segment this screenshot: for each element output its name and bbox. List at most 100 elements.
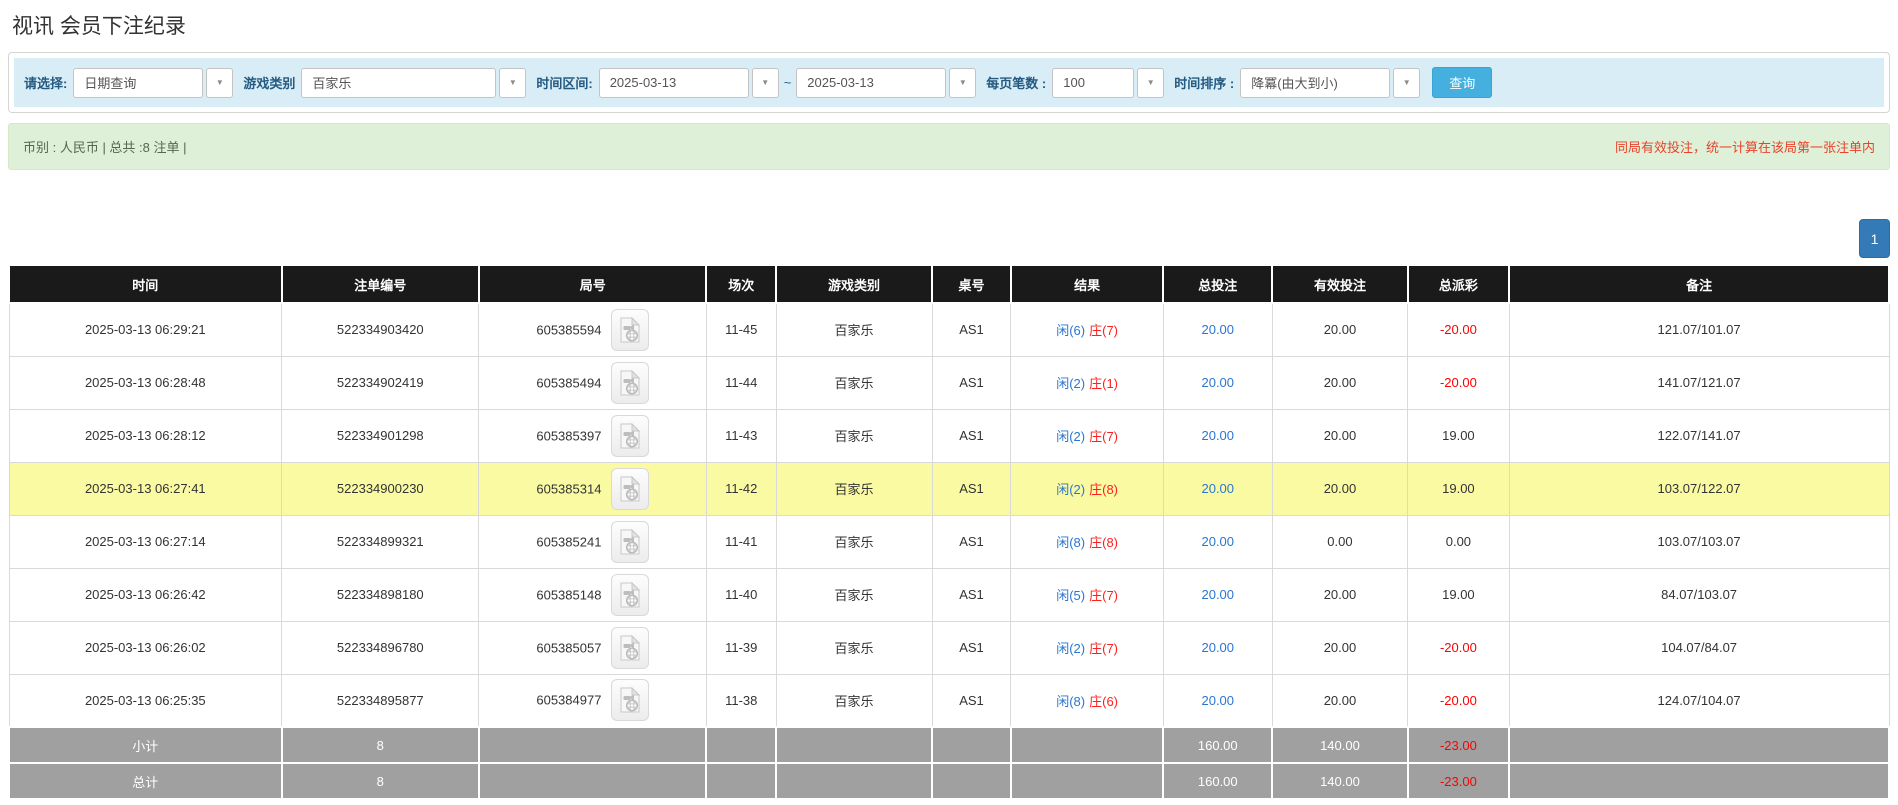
video-replay-button[interactable] xyxy=(611,679,649,721)
header-table: 桌号 xyxy=(932,265,1011,303)
video-file-icon xyxy=(619,529,641,555)
summary-count: 8 xyxy=(282,727,479,763)
result-player: 闲(8) xyxy=(1056,694,1085,709)
result-banker: 庄(7) xyxy=(1089,429,1118,444)
result-player: 闲(2) xyxy=(1056,641,1085,656)
cell-bet-id: 522334898180 xyxy=(282,568,479,621)
round-number: 605385494 xyxy=(536,375,601,390)
table-row[interactable]: 2025-03-13 06:27:14 522334899321 6053852… xyxy=(9,515,1889,568)
date-from-select[interactable]: 2025-03-13 ▼ xyxy=(599,68,779,98)
cell-result: 闲(2)庄(8) xyxy=(1011,462,1163,515)
chevron-down-icon[interactable]: ▼ xyxy=(499,68,526,98)
header-session: 场次 xyxy=(706,265,776,303)
cell-round: 605385494 xyxy=(479,356,706,409)
video-replay-button[interactable] xyxy=(611,468,649,510)
cell-table: AS1 xyxy=(932,303,1011,356)
query-type-select[interactable]: 日期查询 ▼ xyxy=(73,68,233,98)
video-replay-button[interactable] xyxy=(611,521,649,563)
query-type-value: 日期查询 xyxy=(84,73,136,92)
video-file-icon xyxy=(619,687,641,713)
cell-bet-id: 522334899321 xyxy=(282,515,479,568)
table-row[interactable]: 2025-03-13 06:28:12 522334901298 6053853… xyxy=(9,409,1889,462)
time-sort-select[interactable]: 降冪(由大到小) ▼ xyxy=(1240,68,1420,98)
summary-empty xyxy=(706,763,776,799)
result-banker: 庄(6) xyxy=(1089,694,1118,709)
cell-table: AS1 xyxy=(932,356,1011,409)
game-type-label: 游戏类别 xyxy=(243,73,295,92)
summary-empty xyxy=(1011,727,1163,763)
cell-payout: -20.00 xyxy=(1408,356,1510,409)
video-replay-button[interactable] xyxy=(611,574,649,616)
cell-session: 11-45 xyxy=(706,303,776,356)
table-row[interactable]: 2025-03-13 06:28:48 522334902419 6053854… xyxy=(9,356,1889,409)
cell-valid-bet: 20.00 xyxy=(1272,621,1407,674)
result-player: 闲(8) xyxy=(1056,535,1085,550)
cell-time: 2025-03-13 06:26:42 xyxy=(9,568,282,621)
video-file-icon xyxy=(619,317,641,343)
chevron-down-icon[interactable]: ▼ xyxy=(1137,68,1164,98)
table-row[interactable]: 2025-03-13 06:26:02 522334896780 6053850… xyxy=(9,621,1889,674)
round-number: 605385148 xyxy=(536,587,601,602)
header-game: 游戏类别 xyxy=(776,265,932,303)
cell-round: 605385148 xyxy=(479,568,706,621)
video-replay-button[interactable] xyxy=(611,309,649,351)
table-row[interactable]: 2025-03-13 06:26:42 522334898180 6053851… xyxy=(9,568,1889,621)
cell-table: AS1 xyxy=(932,462,1011,515)
filter-bar: 请选择: 日期查询 ▼ 游戏类别 百家乐 ▼ 时间区间: 2025-03-13 … xyxy=(14,58,1884,107)
cell-payout: 0.00 xyxy=(1408,515,1510,568)
video-replay-button[interactable] xyxy=(611,362,649,404)
date-to-select[interactable]: 2025-03-13 ▼ xyxy=(796,68,976,98)
cell-time: 2025-03-13 06:26:02 xyxy=(9,621,282,674)
cell-result: 闲(2) 庄(7) xyxy=(1011,621,1163,674)
video-replay-button[interactable] xyxy=(611,415,649,457)
header-bet-id: 注单编号 xyxy=(282,265,479,303)
bet-records-table-wrap: 时间 注单编号 局号 场次 游戏类别 桌号 结果 总投注 有效投注 总派彩 备注… xyxy=(8,264,1890,800)
summary-valid-bet: 140.00 xyxy=(1272,727,1407,763)
table-row[interactable]: 2025-03-13 06:25:35 522334895877 6053849… xyxy=(9,674,1889,727)
round-number: 605385314 xyxy=(536,481,601,496)
game-type-select[interactable]: 百家乐 ▼ xyxy=(301,68,526,98)
cell-result: 闲(5)庄(7) xyxy=(1011,568,1163,621)
table-row[interactable]: 2025-03-13 06:27:41 522334900230 6053853… xyxy=(9,462,1889,515)
date-from-value: 2025-03-13 xyxy=(610,75,677,90)
round-number: 605385594 xyxy=(536,322,601,337)
video-replay-button[interactable] xyxy=(611,627,649,669)
cell-remark: 103.07/103.07 xyxy=(1509,515,1889,568)
chevron-down-icon[interactable]: ▼ xyxy=(752,68,779,98)
chevron-down-icon[interactable]: ▼ xyxy=(949,68,976,98)
query-button[interactable]: 查询 xyxy=(1432,67,1492,98)
cell-table: AS1 xyxy=(932,568,1011,621)
summary-valid-bet: 140.00 xyxy=(1272,763,1407,799)
summary-empty xyxy=(479,763,706,799)
chevron-down-icon[interactable]: ▼ xyxy=(1393,68,1420,98)
cell-table: AS1 xyxy=(932,515,1011,568)
cell-total-bet: 20.00 xyxy=(1163,356,1272,409)
table-row[interactable]: 2025-03-13 06:29:21 522334903420 6053855… xyxy=(9,303,1889,356)
chevron-down-icon[interactable]: ▼ xyxy=(206,68,233,98)
header-round: 局号 xyxy=(479,265,706,303)
summary-row: 总计 8 160.00 140.00 -23.00 xyxy=(9,763,1889,799)
page-size-select[interactable]: 100 ▼ xyxy=(1052,68,1164,98)
cell-game: 百家乐 xyxy=(776,409,932,462)
result-banker: 庄(7) xyxy=(1089,641,1118,656)
page-1-button[interactable]: 1 xyxy=(1859,219,1890,258)
time-sort-label: 时间排序 : xyxy=(1174,73,1234,92)
date-range-tilde: ~ xyxy=(784,75,792,90)
time-range-label: 时间区间: xyxy=(536,73,592,92)
result-player: 闲(2) xyxy=(1056,482,1085,497)
cell-remark: 124.07/104.07 xyxy=(1509,674,1889,727)
cell-valid-bet: 20.00 xyxy=(1272,356,1407,409)
cell-total-bet: 20.00 xyxy=(1163,303,1272,356)
summary-empty xyxy=(706,727,776,763)
cell-payout: -20.00 xyxy=(1408,303,1510,356)
cell-bet-id: 522334896780 xyxy=(282,621,479,674)
cell-total-bet: 20.00 xyxy=(1163,409,1272,462)
cell-valid-bet: 20.00 xyxy=(1272,409,1407,462)
cell-round: 605385057 xyxy=(479,621,706,674)
cell-remark: 104.07/84.07 xyxy=(1509,621,1889,674)
table-header-row: 时间 注单编号 局号 场次 游戏类别 桌号 结果 总投注 有效投注 总派彩 备注 xyxy=(9,265,1889,303)
cell-total-bet: 20.00 xyxy=(1163,674,1272,727)
cell-time: 2025-03-13 06:28:48 xyxy=(9,356,282,409)
bet-records-table: 时间 注单编号 局号 场次 游戏类别 桌号 结果 总投注 有效投注 总派彩 备注… xyxy=(8,264,1890,800)
cell-result: 闲(2)庄(7) xyxy=(1011,409,1163,462)
